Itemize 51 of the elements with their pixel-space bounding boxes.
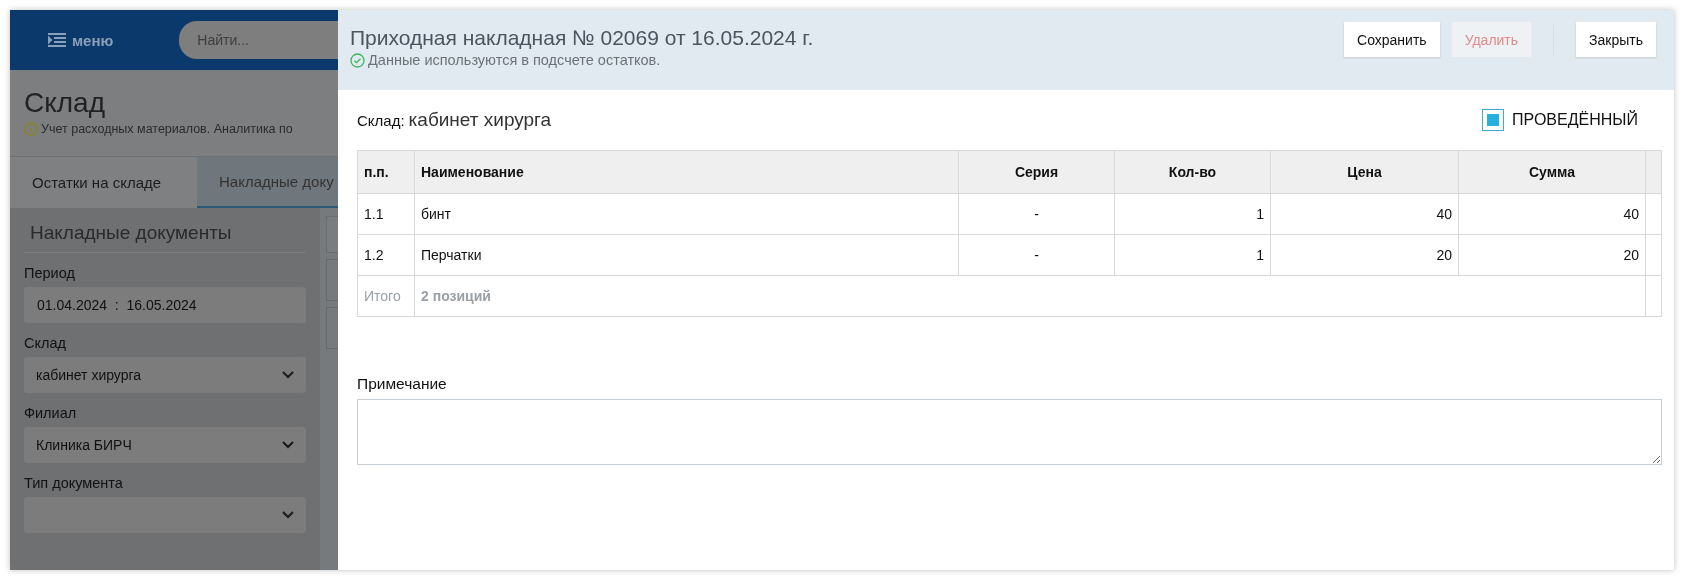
tab[interactable]: Накладные доку — [197, 157, 338, 208]
date-range-field[interactable]: 01.04.2024 : 16.05.2024 — [24, 287, 306, 323]
column-header: Цена — [1270, 150, 1459, 194]
column-header: Кол-во — [1114, 150, 1271, 194]
table-cell: бинт — [414, 193, 959, 235]
chevron-down-icon — [282, 441, 294, 449]
column-header: Наименование — [414, 150, 959, 194]
column-header: п.п. — [357, 150, 415, 194]
table-cell: 1 — [1114, 234, 1271, 276]
select-field[interactable]: Клиника БИРЧ — [24, 427, 306, 463]
table-cell: Перчатки — [414, 234, 959, 276]
note-field[interactable] — [357, 399, 1662, 465]
action-button[interactable]: Закрыть — [1576, 22, 1656, 57]
info-icon — [24, 122, 38, 136]
checkbox[interactable] — [1482, 109, 1505, 131]
column-header: Серия — [958, 150, 1115, 194]
table-cell: 40 — [1270, 193, 1459, 235]
field-label: Склад — [24, 335, 67, 351]
page-title: Склад — [24, 86, 107, 120]
tab[interactable]: Остатки на складе — [10, 157, 197, 208]
table-cell: 40 — [1458, 193, 1646, 235]
status-text: Данные используются в подсчете остатков. — [368, 52, 661, 68]
table-cell: - — [958, 193, 1115, 235]
note-label: Примечание — [357, 375, 448, 393]
table-cell: 1.2 — [357, 234, 415, 276]
field-label: Склад: — [357, 112, 405, 129]
field-label: Филиал — [24, 405, 78, 421]
menu-button[interactable]: меню — [48, 31, 114, 49]
select-field[interactable]: кабинет хирурга — [24, 357, 306, 393]
table-cell: 20 — [1270, 234, 1459, 276]
dialog-title: Приходная накладная № 02069 от 16.05.2024 г. — [350, 25, 815, 50]
chevron-down-icon — [282, 371, 294, 379]
warehouse-value: кабинет хирурга — [408, 109, 552, 130]
table-cell: 1.1 — [357, 193, 415, 235]
total-count: 2 позиций — [414, 275, 1646, 317]
action-button[interactable]: Сохранить — [1344, 22, 1440, 57]
check-circle-icon — [350, 52, 365, 68]
table-cell: - — [958, 234, 1115, 276]
table-cell: 1 — [1114, 193, 1271, 235]
checkbox-label: ПРОВЕДЁННЫЙ — [1512, 111, 1638, 129]
menu-icon — [48, 33, 66, 47]
field-label: Тип документа — [24, 475, 124, 491]
field-label: Период — [24, 265, 76, 281]
table-cell: 20 — [1458, 234, 1646, 276]
total-label: Итого — [357, 275, 415, 317]
search-field[interactable]: Найти... — [179, 21, 338, 59]
column-header: Сумма — [1458, 150, 1646, 194]
panel-title: Накладные документы — [24, 216, 306, 253]
chevron-down-icon — [282, 511, 294, 519]
page-hint: Учет расходных материалов. Аналитика по — [41, 122, 293, 136]
select-field[interactable] — [24, 497, 306, 533]
